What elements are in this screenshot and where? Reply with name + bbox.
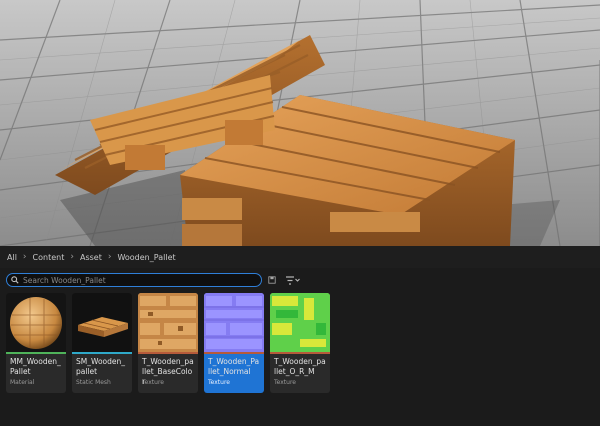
mesh-thumbnail: [72, 293, 132, 352]
search-input[interactable]: [19, 275, 243, 285]
asset-tile-sm-wooden-pallet[interactable]: SM_Wooden_pallet Static Mesh: [72, 293, 132, 393]
scene-render: [0, 0, 600, 246]
search-box[interactable]: [6, 273, 262, 287]
normal-map-thumbnail: [204, 293, 264, 352]
breadcrumb-item-all[interactable]: All: [2, 253, 22, 262]
asset-type: Material: [10, 379, 35, 386]
content-toolbar: [6, 272, 596, 288]
3d-viewport[interactable]: [0, 0, 600, 246]
asset-tile-t-wooden-pallet-orm[interactable]: T_Wooden_pallet_O_R_M Texture: [270, 293, 330, 393]
breadcrumb-item-wooden-pallet[interactable]: Wooden_Pallet: [112, 253, 180, 262]
material-thumbnail: [6, 293, 66, 352]
search-icon: [11, 276, 19, 284]
asset-grid: MM_Wooden_Pallet Material SM_Wooden_pall…: [6, 293, 336, 393]
breadcrumb: All › Content › Asset › Wooden_Pallet: [0, 246, 600, 268]
filter-icon[interactable]: [286, 275, 300, 285]
asset-type: Texture: [274, 379, 296, 386]
save-search-icon[interactable]: [268, 276, 276, 284]
orm-thumbnail: [270, 293, 330, 352]
asset-tile-t-wooden-pallet-normal[interactable]: T_Wooden_Pallet_Normal Texture: [204, 293, 264, 393]
breadcrumb-item-content[interactable]: Content: [28, 253, 70, 262]
asset-type: Texture: [208, 379, 230, 386]
asset-tile-mm-wooden-pallet[interactable]: MM_Wooden_Pallet Material: [6, 293, 66, 393]
content-browser: All › Content › Asset › Wooden_Pallet Se…: [0, 246, 600, 426]
asset-tile-t-wooden-pallet-basecolor[interactable]: T_Wooden_pallet_BaseColor Texture: [138, 293, 198, 393]
basecolor-thumbnail: [138, 293, 198, 352]
breadcrumb-item-asset[interactable]: Asset: [75, 253, 107, 262]
asset-type: Static Mesh: [76, 379, 111, 386]
asset-type: Texture: [142, 379, 164, 386]
